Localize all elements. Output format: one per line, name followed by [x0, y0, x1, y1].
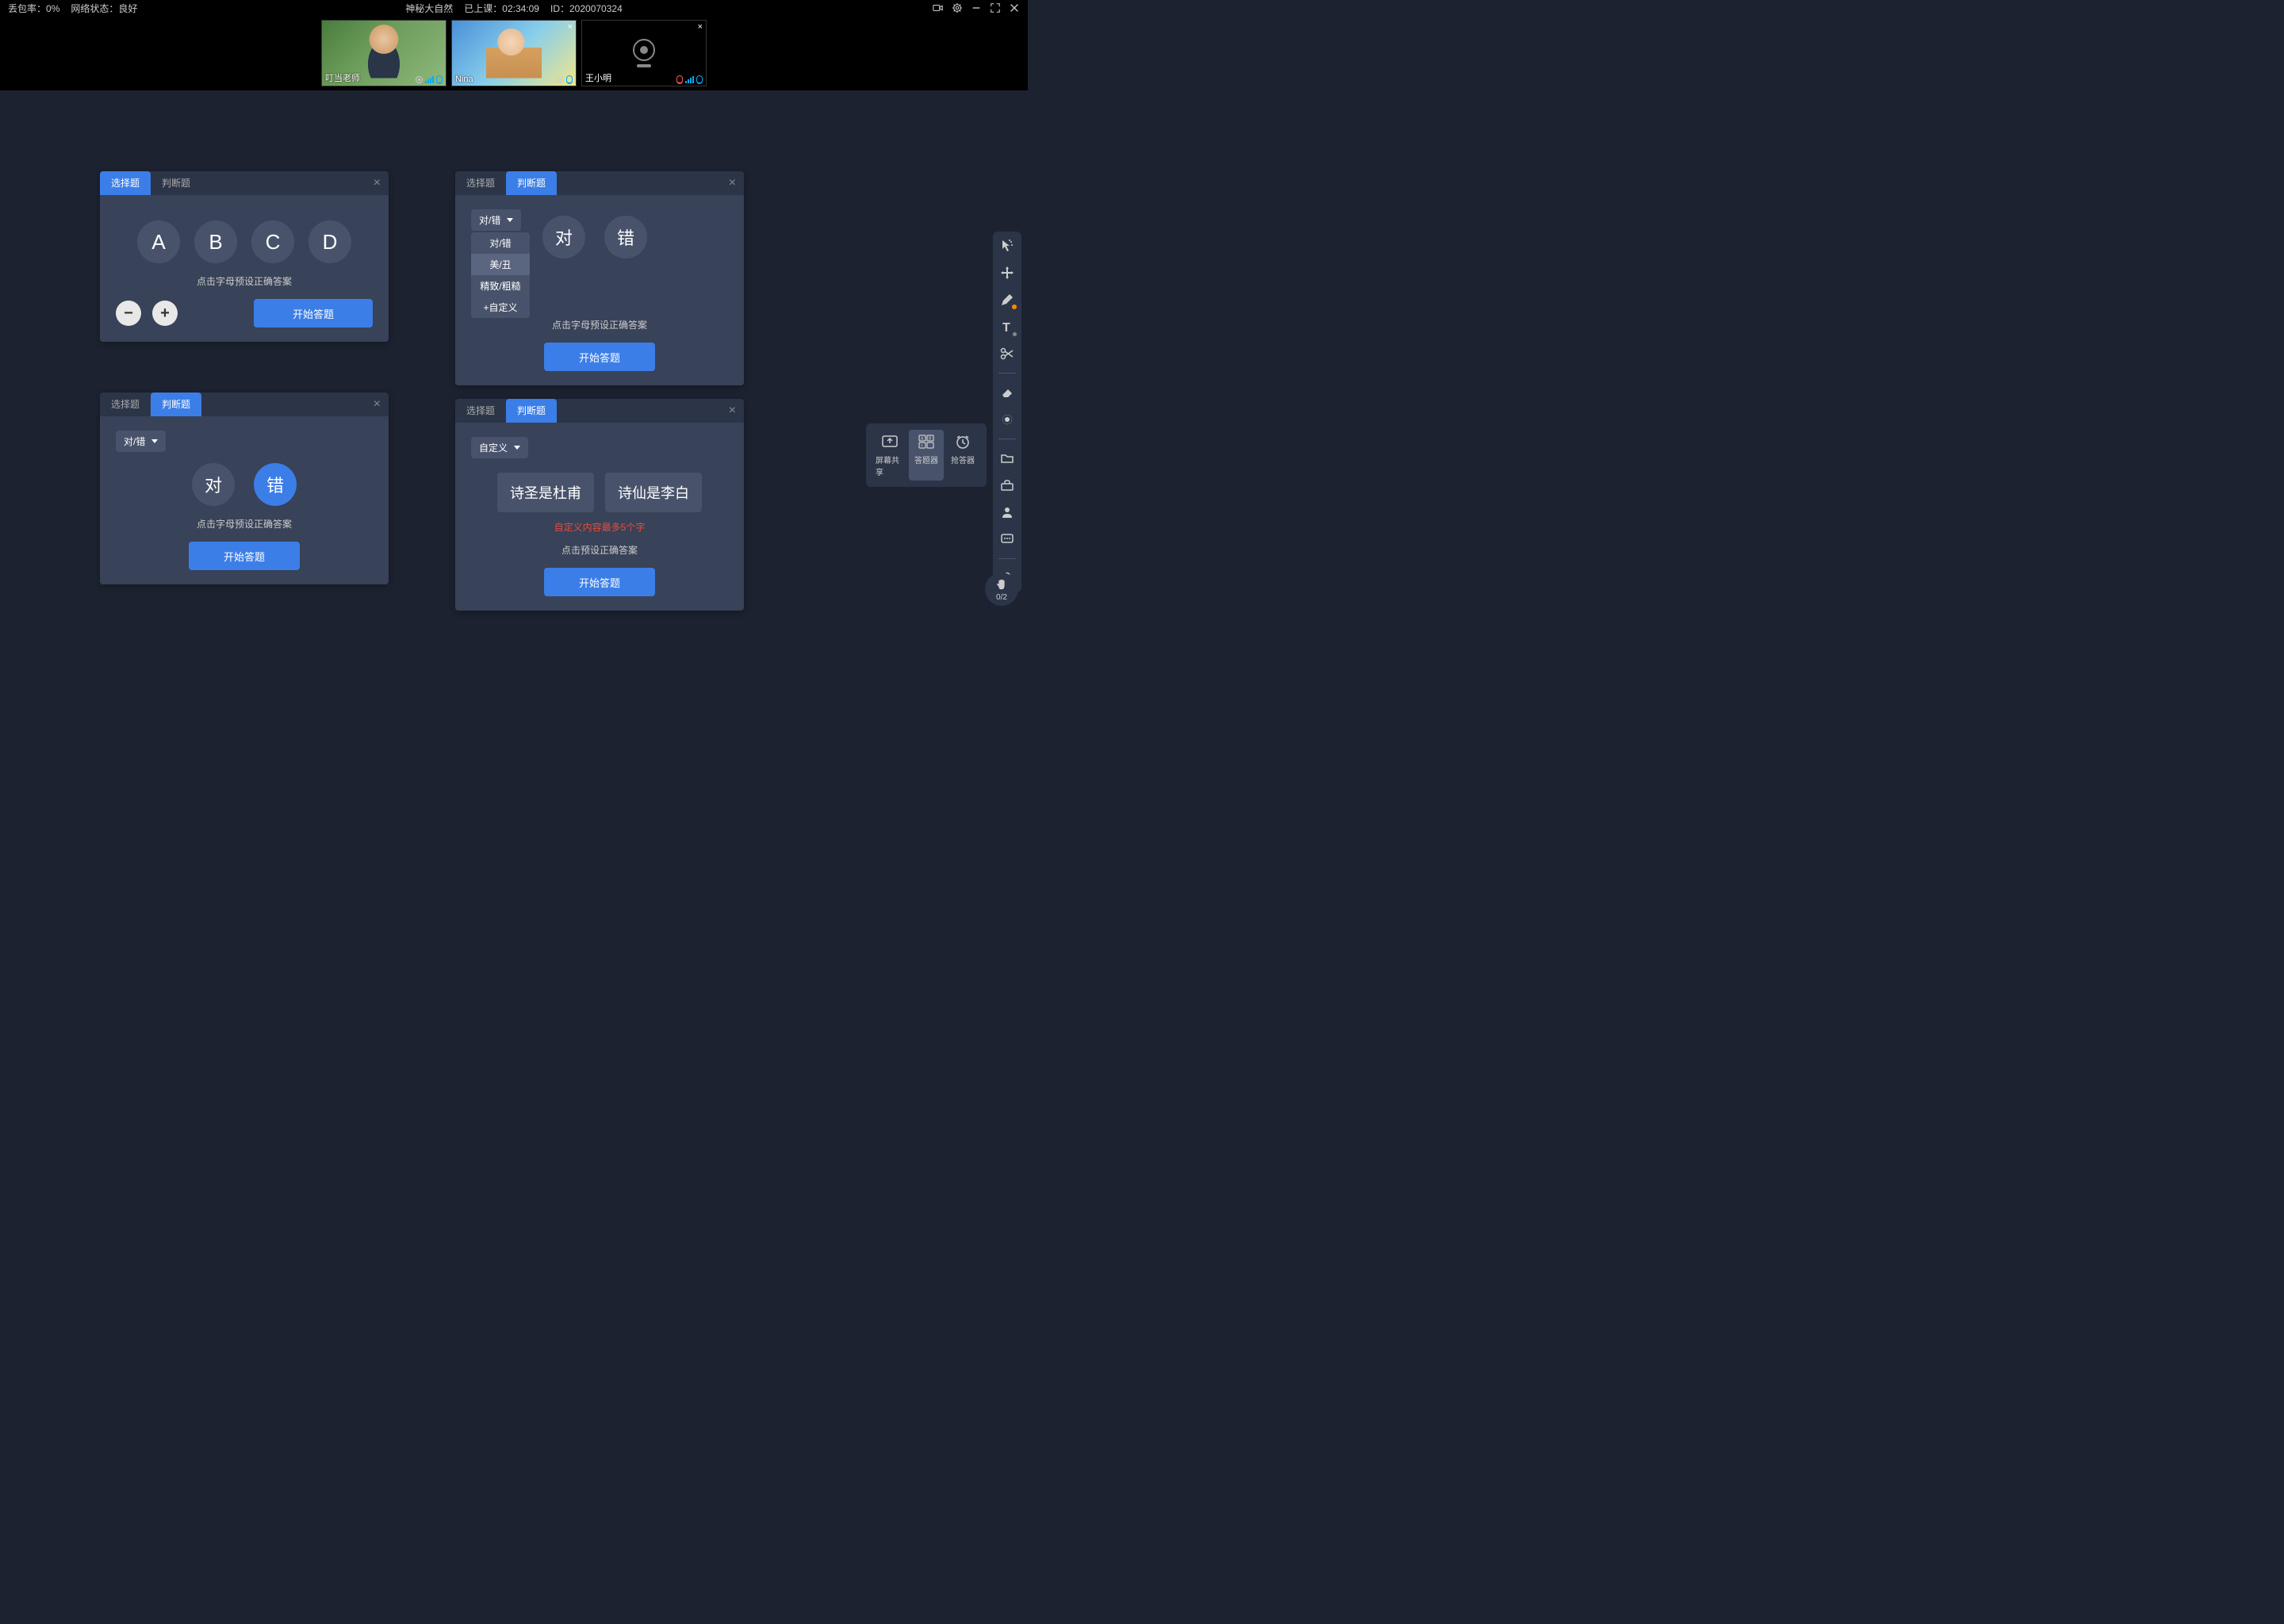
tab-choice[interactable]: 选择题 — [100, 171, 151, 195]
close-icon[interactable]: × — [729, 176, 736, 190]
mic-muted-icon — [676, 75, 683, 84]
answer-panel-judge: 选择题 判断题 × 对/错 对 错 点击字母预设正确答案 开始答题 — [100, 393, 389, 584]
tab-judge[interactable]: 判断题 — [506, 171, 557, 195]
start-button[interactable]: 开始答题 — [544, 343, 655, 371]
tab-choice[interactable]: 选择题 — [455, 399, 506, 423]
maximize-icon[interactable] — [990, 2, 1001, 13]
dropdown-item[interactable]: 对/错 — [471, 232, 530, 254]
camera-off-icon — [633, 39, 655, 61]
settings-icon[interactable] — [952, 2, 963, 13]
laser-tool-icon[interactable] — [999, 412, 1015, 427]
error-text: 自定义内容最多5个字 — [471, 520, 728, 534]
class-title: 神秘大自然 — [405, 2, 453, 15]
video-close-icon[interactable]: × — [568, 22, 573, 32]
avatar-image — [356, 23, 412, 79]
custom-option-2[interactable]: 诗仙是李白 — [605, 473, 702, 512]
video-tile-student-nocam[interactable]: × 王小明 — [581, 20, 707, 86]
option-a[interactable]: A — [137, 220, 180, 263]
scissors-tool-icon[interactable] — [999, 346, 1015, 362]
chat-tool-icon[interactable] — [999, 531, 1015, 547]
tab-judge[interactable]: 判断题 — [151, 171, 201, 195]
option-true[interactable]: 对 — [542, 216, 585, 259]
tab-choice[interactable]: 选择题 — [455, 171, 506, 195]
decrease-button[interactable]: − — [116, 301, 141, 326]
svg-text:×: × — [921, 444, 923, 449]
video-tile-teacher[interactable]: 叮当老师 — [321, 20, 446, 86]
judge-type-dropdown[interactable]: 对/错 — [471, 209, 521, 231]
start-button[interactable]: 开始答题 — [254, 299, 373, 327]
close-icon[interactable] — [1009, 2, 1020, 13]
increase-button[interactable]: + — [152, 301, 178, 326]
video-close-icon[interactable]: × — [698, 22, 703, 32]
packet-loss: 丢包率：0% — [8, 2, 59, 15]
participant-name: Nina — [455, 75, 473, 84]
tab-judge[interactable]: 判断题 — [151, 393, 201, 416]
buzzer-button[interactable]: 抢答器 — [945, 430, 980, 481]
dropdown-item[interactable]: 精致/粗糙 — [471, 275, 530, 297]
move-tool-icon[interactable] — [999, 265, 1015, 281]
video-bar: 叮当老师 × Nina × 王小明 — [0, 16, 1028, 90]
judge-type-dropdown[interactable]: 对/错 — [116, 431, 166, 452]
cursor-tool-icon[interactable] — [999, 238, 1015, 254]
option-false[interactable]: 错 — [604, 216, 647, 259]
option-d[interactable]: D — [308, 220, 351, 263]
close-icon[interactable]: × — [729, 404, 736, 418]
tab-judge[interactable]: 判断题 — [506, 399, 557, 423]
answer-panel-custom: 选择题 判断题 × 自定义 诗圣是杜甫 诗仙是李白 自定义内容最多5个字 点击预… — [455, 399, 744, 611]
hand-count: 0/2 — [996, 593, 1007, 602]
hint-text: 点击字母预设正确答案 — [471, 318, 728, 331]
hint-text: 点击字母预设正确答案 — [116, 517, 373, 530]
start-button[interactable]: 开始答题 — [544, 568, 655, 596]
option-true[interactable]: 对 — [192, 463, 235, 506]
option-b[interactable]: B — [194, 220, 237, 263]
user-tool-icon[interactable] — [999, 504, 1015, 520]
class-id: ID：2020070324 — [550, 2, 623, 15]
judge-type-dropdown[interactable]: 自定义 — [471, 437, 528, 458]
tools-popup: 屏幕共享 AB× 答题器 抢答器 — [866, 423, 987, 487]
avatar-image — [486, 23, 542, 79]
close-icon[interactable]: × — [374, 397, 381, 412]
hand-raise-badge[interactable]: 0/2 — [985, 573, 1018, 606]
network-status: 网络状态：良好 — [71, 2, 137, 15]
eraser-tool-icon[interactable] — [999, 385, 1015, 400]
participant-name: 叮当老师 — [325, 71, 360, 84]
tab-choice[interactable]: 选择题 — [100, 393, 151, 416]
toolbox-tool-icon[interactable] — [999, 477, 1015, 493]
start-button[interactable]: 开始答题 — [189, 542, 300, 570]
dropdown-item[interactable]: +自定义 — [471, 297, 530, 318]
camera-status-icon — [557, 76, 564, 83]
signal-icon — [425, 76, 434, 83]
right-toolbar: T — [993, 232, 1021, 592]
mic-icon — [696, 75, 703, 84]
camera-icon[interactable] — [933, 2, 944, 13]
pen-tool-icon[interactable] — [999, 292, 1015, 308]
answer-panel-choice: 选择题 判断题 × A B C D 点击字母预设正确答案 − + 开始答题 — [100, 171, 389, 342]
dropdown-item[interactable]: 美/丑 — [471, 254, 530, 275]
svg-text:T: T — [1002, 321, 1010, 335]
custom-option-1[interactable]: 诗圣是杜甫 — [497, 473, 594, 512]
participant-name: 王小明 — [585, 71, 611, 84]
top-status-bar: 丢包率：0% 网络状态：良好 神秘大自然 已上课：02:34:09 ID：202… — [0, 0, 1028, 16]
video-tile-student[interactable]: × Nina — [451, 20, 577, 86]
hint-text: 点击字母预设正确答案 — [116, 274, 373, 288]
signal-icon — [685, 76, 694, 83]
screen-share-button[interactable]: 屏幕共享 — [872, 430, 907, 481]
mic-icon — [436, 75, 443, 84]
dropdown-menu: 对/错 美/丑 精致/粗糙 +自定义 — [471, 232, 530, 318]
text-tool-icon[interactable]: T — [999, 319, 1015, 335]
answer-tool-button[interactable]: AB× 答题器 — [909, 430, 944, 481]
option-false[interactable]: 错 — [254, 463, 297, 506]
close-icon[interactable]: × — [374, 176, 381, 190]
mic-icon — [566, 75, 573, 84]
folder-tool-icon[interactable] — [999, 450, 1015, 466]
minimize-icon[interactable] — [971, 2, 982, 13]
answer-panel-judge-dropdown: 选择题 判断题 × 对/错 对/错 美/丑 精致/粗糙 +自定义 对 错 点击字… — [455, 171, 744, 385]
class-time: 已上课：02:34:09 — [464, 2, 539, 15]
hint-text: 点击预设正确答案 — [471, 543, 728, 557]
option-c[interactable]: C — [251, 220, 294, 263]
camera-status-icon — [416, 76, 423, 83]
